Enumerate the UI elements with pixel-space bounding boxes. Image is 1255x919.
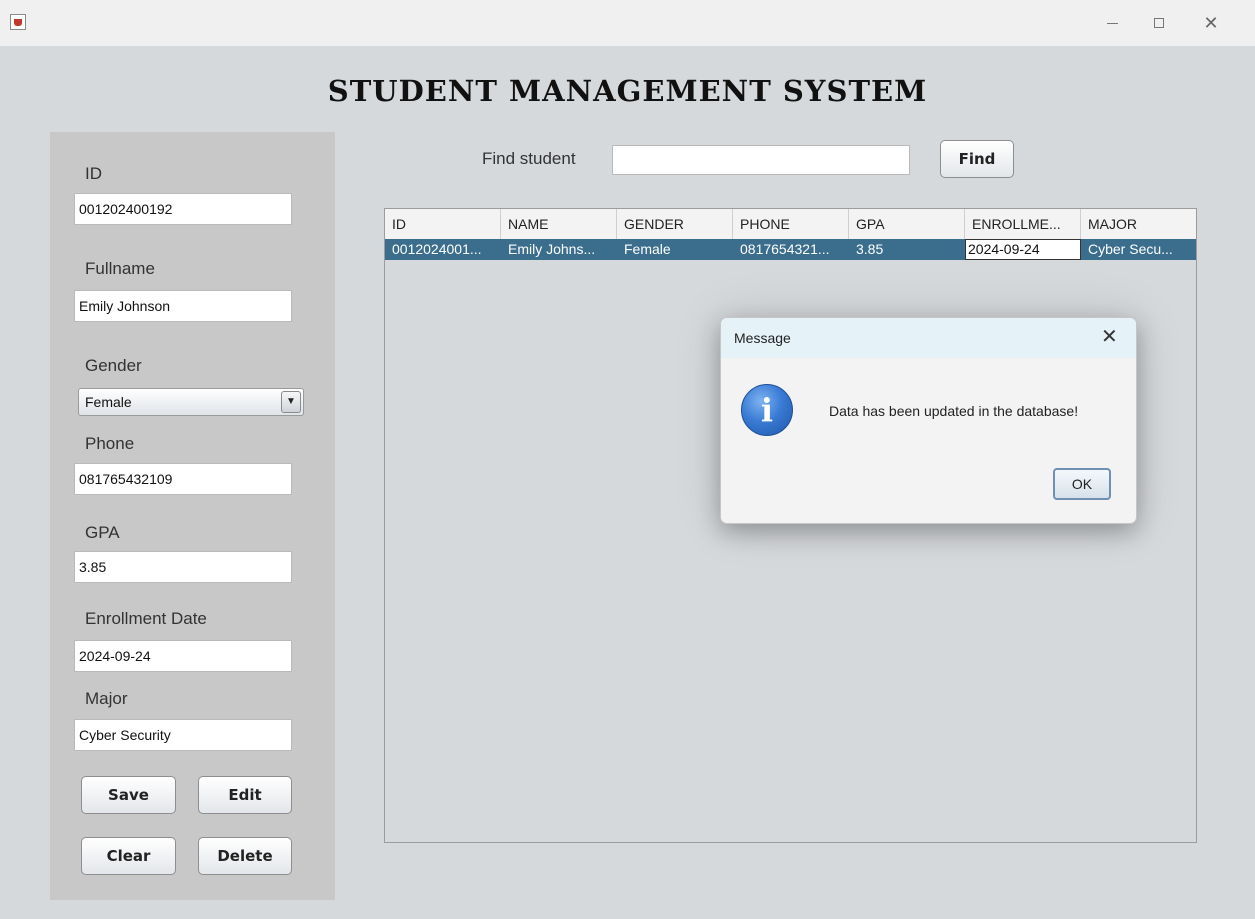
cell-gpa[interactable]: 3.85 (849, 239, 965, 260)
column-header-name[interactable]: NAME (501, 209, 617, 239)
gender-label: Gender (85, 356, 142, 375)
student-form-panel: ID Fullname Gender Female ▼ Phone GPA En… (50, 132, 335, 900)
dialog-message: Data has been updated in the database! (829, 403, 1079, 419)
edit-button[interactable]: Edit (198, 776, 292, 814)
table-header: ID NAME GENDER PHONE GPA ENROLLME... MAJ… (385, 209, 1196, 240)
minimize-button[interactable] (1095, 10, 1129, 36)
minimize-icon (1106, 22, 1118, 24)
window-titlebar: ✕ (0, 0, 1255, 46)
cell-gender[interactable]: Female (617, 239, 733, 260)
phone-label: Phone (85, 434, 135, 453)
column-header-gender[interactable]: GENDER (617, 209, 733, 239)
gpa-label: GPA (85, 523, 120, 542)
find-student-label: Find student (482, 149, 576, 168)
cell-enrollment-editing[interactable]: 2024-09-24 (965, 239, 1081, 260)
major-field[interactable] (74, 719, 292, 751)
close-icon: ✕ (1203, 12, 1219, 34)
fullname-label: Fullname (85, 259, 155, 278)
dialog-title: Message (734, 330, 791, 346)
enrollment-date-label: Enrollment Date (85, 609, 207, 628)
gender-select[interactable]: Female ▼ (78, 388, 304, 416)
column-header-phone[interactable]: PHONE (733, 209, 849, 239)
dialog-titlebar: Message ✕ (721, 318, 1136, 358)
id-label: ID (85, 164, 102, 183)
cell-id[interactable]: 0012024001... (385, 239, 501, 260)
java-app-icon (10, 14, 26, 30)
cell-name[interactable]: Emily Johns... (501, 239, 617, 260)
phone-field[interactable] (74, 463, 292, 495)
message-dialog: Message ✕ i Data has been updated in the… (720, 317, 1137, 524)
gender-selected-value: Female (85, 394, 132, 410)
find-button[interactable]: Find (940, 140, 1014, 178)
column-header-id[interactable]: ID (385, 209, 501, 239)
close-icon[interactable]: ✕ (1101, 324, 1118, 348)
ok-button[interactable]: OK (1053, 468, 1111, 500)
fullname-field[interactable] (74, 290, 292, 322)
enrollment-date-field[interactable] (74, 640, 292, 672)
column-header-gpa[interactable]: GPA (849, 209, 965, 239)
cell-major[interactable]: Cyber Secu... (1081, 239, 1196, 260)
table-row[interactable]: 0012024001... Emily Johns... Female 0817… (385, 239, 1196, 260)
gpa-field[interactable] (74, 551, 292, 583)
cell-phone[interactable]: 0817654321... (733, 239, 849, 260)
save-button[interactable]: Save (81, 776, 176, 814)
maximize-icon (1154, 18, 1164, 28)
search-input[interactable] (612, 145, 910, 175)
clear-button[interactable]: Clear (81, 837, 176, 875)
chevron-down-icon[interactable]: ▼ (281, 391, 301, 413)
maximize-button[interactable] (1142, 10, 1176, 36)
column-header-major[interactable]: MAJOR (1081, 209, 1196, 239)
info-icon: i (741, 384, 793, 436)
delete-button[interactable]: Delete (198, 837, 292, 875)
close-window-button[interactable]: ✕ (1194, 10, 1228, 36)
major-label: Major (85, 689, 128, 708)
student-table[interactable]: ID NAME GENDER PHONE GPA ENROLLME... MAJ… (384, 208, 1197, 843)
column-header-enrollment[interactable]: ENROLLME... (965, 209, 1081, 239)
page-title: STUDENT MANAGEMENT SYSTEM (327, 74, 928, 108)
id-field[interactable] (74, 193, 292, 225)
